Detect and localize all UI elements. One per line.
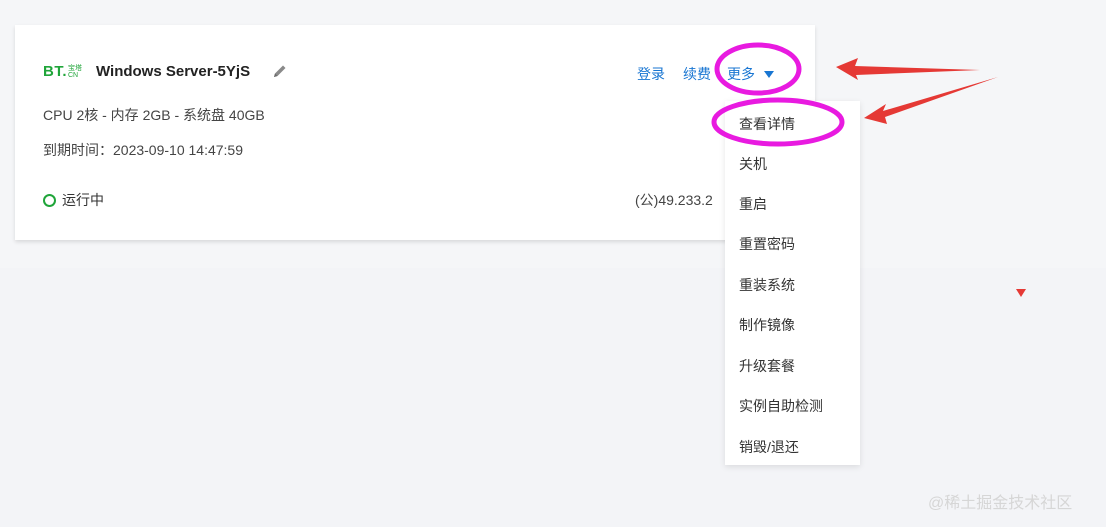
more-dropdown-menu: 查看详情 关机 重启 重置密码 重装系统 制作镜像 升级套餐 实例自助检测 销毁… [725,101,860,465]
logo-text: BT. [43,63,67,80]
menu-item-restart[interactable]: 重启 [739,194,767,214]
menu-item-shutdown[interactable]: 关机 [739,154,767,174]
server-card: BT. 宝塔 CN Windows Server-5YjS CPU 2核 - 内… [15,25,815,240]
expire-time: 到期时间：2023-09-10 14:47:59 [43,142,243,158]
menu-item-destroy-refund[interactable]: 销毁/退还 [739,437,799,457]
logo-subtext: 宝塔 CN [68,65,82,79]
renew-link[interactable]: 续费 [683,64,711,84]
logo-sub-top: 宝塔 [68,65,82,72]
menu-item-reset-password[interactable]: 重置密码 [739,234,795,254]
pencil-icon[interactable] [272,63,288,79]
more-dropdown-button[interactable]: 更多 [727,64,774,84]
menu-item-create-image[interactable]: 制作镜像 [739,315,795,335]
red-triangle-marker-icon [1016,289,1026,297]
menu-item-self-check[interactable]: 实例自助检测 [739,396,823,416]
server-name: Windows Server-5YjS [96,63,251,80]
status-text: 运行中 [62,192,104,208]
status-indicator: 运行中 [43,190,104,210]
bt-logo: BT. 宝塔 CN [43,64,82,79]
watermark: @稀土掘金技术社区 [928,495,1073,512]
server-specs: CPU 2核 - 内存 2GB - 系统盘 40GB [43,107,265,123]
public-ip: (公)49.233.2 [635,192,713,208]
running-status-icon [43,193,56,207]
caret-down-icon [764,70,774,78]
menu-item-upgrade-plan[interactable]: 升级套餐 [739,356,795,376]
more-label: 更多 [727,66,755,82]
login-link[interactable]: 登录 [637,64,665,84]
logo-sub-bottom: CN [68,72,79,79]
menu-item-reinstall-system[interactable]: 重装系统 [739,275,795,295]
menu-item-view-details[interactable]: 查看详情 [739,114,795,134]
